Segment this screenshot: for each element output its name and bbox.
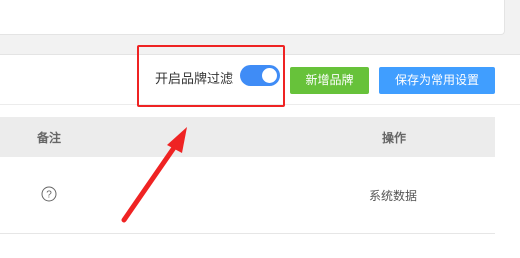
highlight-annotation-box — [137, 45, 285, 107]
row-action-system-data: 系统数据 — [369, 189, 418, 203]
question-circle-icon[interactable]: ? — [41, 186, 57, 202]
top-card — [0, 0, 505, 35]
save-as-default-button[interactable]: 保存为常用设置 — [379, 67, 495, 94]
add-brand-button[interactable]: 新增品牌 — [290, 67, 369, 94]
column-header-action: 操作 — [382, 131, 407, 145]
table-row: ? 系统数据 — [0, 157, 495, 234]
table-header: 备注 操作 — [0, 117, 495, 157]
svg-text:?: ? — [46, 190, 52, 201]
column-header-remark: 备注 — [37, 131, 62, 145]
